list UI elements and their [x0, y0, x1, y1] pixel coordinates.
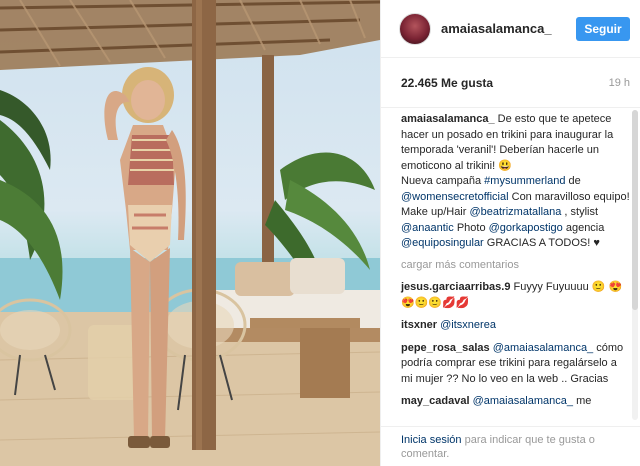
pergola-roof [0, 0, 380, 70]
comment-item: itsxner @itsxnerea [401, 318, 631, 334]
caption-text: agencia [562, 221, 605, 234]
caption: amaiasalamanca_ De esto que te apetece h… [401, 112, 631, 252]
mention-link[interactable]: @itsxnerea [440, 319, 496, 331]
comment-username[interactable]: may_cadaval [401, 395, 470, 407]
username-link[interactable]: amaiasalamanca_ [441, 21, 576, 36]
mention-link[interactable]: @gorkapostigo [489, 222, 563, 234]
caption-text: , stylist [561, 206, 599, 218]
comments-list: amaiasalamanca_ De esto que te apetece h… [381, 108, 640, 426]
post-stats: 22.465 Me gusta 19 h [381, 58, 640, 108]
scrollbar-thumb[interactable] [632, 110, 638, 310]
load-more-comments-link[interactable]: cargar más comentarios [401, 258, 631, 274]
background-post [262, 55, 274, 290]
post-details-panel: amaiasalamanca_ Seguir 22.465 Me gusta 1… [380, 0, 640, 466]
comment-item: jesus.garciaarribas.9 Fuyyy Fuyuuuu 🙂 😍😍… [401, 280, 631, 311]
hashtag-link[interactable]: #mysummerland [484, 175, 565, 187]
caption-text: de [565, 175, 581, 187]
mention-link[interactable]: @amaiasalamanca_ [473, 395, 573, 407]
login-prompt: Inicia sesión para indicar que te gusta … [381, 426, 640, 466]
mention-link[interactable]: @beatrizmatallana [469, 206, 561, 218]
comment-text: me [573, 395, 592, 407]
beach-scene-illustration [0, 0, 380, 466]
comment-username[interactable]: itsxner [401, 319, 437, 331]
mention-link[interactable]: @womensecretofficial [401, 191, 509, 203]
caption-text: Photo [453, 221, 489, 234]
comment-username[interactable]: jesus.garciaarribas.9 [401, 281, 510, 293]
mention-link[interactable]: @equiposingular [401, 237, 484, 249]
comment-item: may_cadaval @amaiasalamanca_ me [401, 394, 631, 410]
post-photo[interactable] [0, 0, 380, 466]
post-timestamp[interactable]: 19 h [609, 77, 630, 89]
caption-text: Nueva campaña [401, 175, 485, 187]
comment-username[interactable]: pepe_rosa_salas [401, 342, 490, 354]
likes-count[interactable]: 22.465 Me gusta [401, 76, 493, 90]
avatar[interactable] [399, 12, 431, 45]
mention-link[interactable]: @anaantic [401, 222, 454, 234]
mention-link[interactable]: @amaiasalamanca_ [493, 342, 593, 354]
caption-text: GRACIAS A TODOS! ♥ [483, 237, 600, 249]
comments-scrollbar[interactable] [632, 110, 638, 420]
login-link[interactable]: Inicia sesión [401, 434, 462, 446]
post-header: amaiasalamanca_ Seguir [381, 0, 640, 58]
main-wooden-post [192, 0, 216, 450]
follow-button[interactable]: Seguir [576, 16, 630, 41]
caption-username[interactable]: amaiasalamanca_ [401, 113, 495, 125]
comment-item: pepe_rosa_salas @amaiasalamanca_ cómo po… [401, 341, 631, 388]
